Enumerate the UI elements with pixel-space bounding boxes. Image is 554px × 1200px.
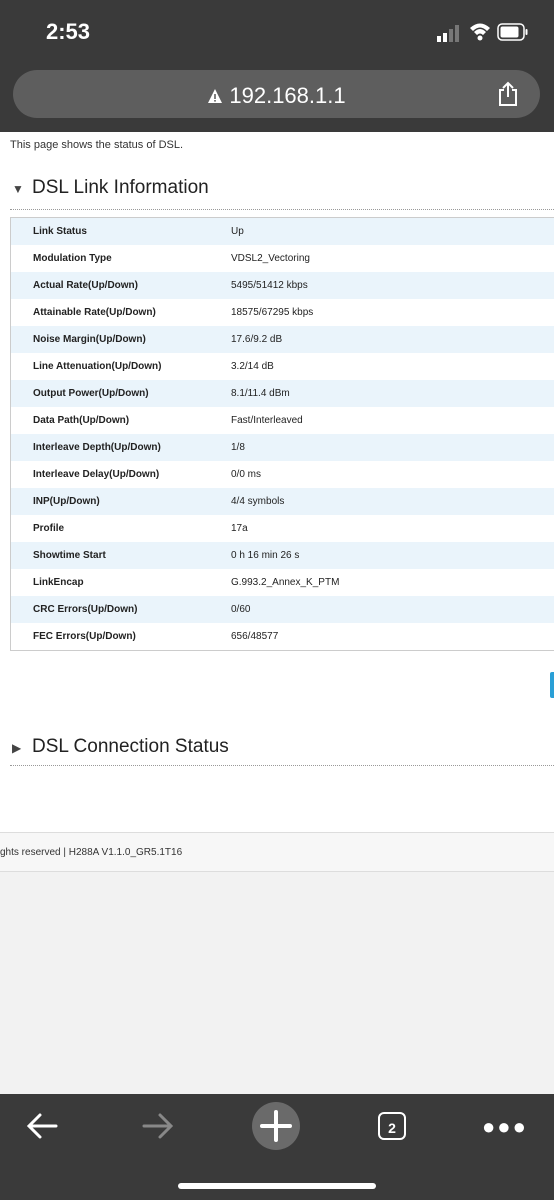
url-display[interactable]: 192.168.1.1	[13, 83, 540, 109]
row-label: CRC Errors(Up/Down)	[33, 604, 138, 615]
battery-icon	[497, 23, 528, 41]
triangle-down-icon: ▼	[12, 182, 24, 196]
status-bar: 2:53	[0, 0, 554, 66]
dsl-link-info-table: Link Status Up Modulation Type VDSL2_Vector…	[10, 217, 554, 651]
row-value: G.993.2_Annex_K_PTM	[231, 577, 340, 588]
table-row: INP(Up/Down) 4/4 symbols	[11, 488, 554, 515]
new-tab-button[interactable]	[252, 1102, 300, 1150]
home-indicator	[178, 1183, 376, 1189]
table-row: Data Path(Up/Down) Fast/Interleaved	[11, 407, 554, 434]
table-row: Attainable Rate(Up/Down) 18575/67295 kbps	[11, 299, 554, 326]
tab-switcher-button[interactable]: 2	[378, 1112, 406, 1140]
row-label: Actual Rate(Up/Down)	[33, 280, 138, 291]
section-title: DSL Connection Status	[32, 736, 229, 757]
footer-text: ghts reserved | H288A V1.1.0_GR5.1T16	[0, 847, 183, 858]
section-header-dsl-link-information[interactable]: ▼ DSL Link Information	[10, 176, 554, 210]
table-row: Actual Rate(Up/Down) 5495/51412 kbps	[11, 272, 554, 299]
row-value: 3.2/14 dB	[231, 361, 274, 372]
row-value: 17a	[231, 523, 248, 534]
row-label: Showtime Start	[33, 550, 106, 561]
row-value: Up	[231, 226, 244, 237]
row-label: Profile	[33, 523, 65, 534]
wifi-icon	[470, 23, 490, 41]
table-row: Output Power(Up/Down) 8.1/11.4 dBm	[11, 380, 554, 407]
page-intro: This page shows the status of DSL.	[10, 139, 184, 151]
row-label: Attainable Rate(Up/Down)	[33, 307, 156, 318]
row-label: Link Status	[33, 226, 87, 237]
share-icon[interactable]	[496, 81, 520, 107]
address-bar[interactable]: 192.168.1.1	[13, 70, 540, 118]
browser-toolbar: 2 ●●●	[0, 1094, 554, 1200]
table-row: FEC Errors(Up/Down) 656/48577	[11, 623, 554, 650]
table-row: Interleave Delay(Up/Down) 0/0 ms	[11, 461, 554, 488]
row-value: VDSL2_Vectoring	[231, 253, 310, 264]
table-row: LinkEncap G.993.2_Annex_K_PTM	[11, 569, 554, 596]
table-row: Profile 17a	[11, 515, 554, 542]
row-value: 1/8	[231, 442, 245, 453]
page-content: This page shows the status of DSL. ▼ DSL…	[0, 132, 554, 832]
more-menu-icon[interactable]: ●●●	[482, 1114, 526, 1150]
row-label: FEC Errors(Up/Down)	[33, 631, 136, 642]
cellular-signal-icon	[437, 25, 459, 42]
row-value: 17.6/9.2 dB	[231, 334, 283, 345]
back-arrow-icon[interactable]	[24, 1108, 60, 1144]
row-label: Interleave Delay(Up/Down)	[33, 469, 160, 480]
row-label: LinkEncap	[33, 577, 84, 588]
table-row: Modulation Type VDSL2_Vectoring	[11, 245, 554, 272]
row-value: 8.1/11.4 dBm	[231, 388, 290, 399]
table-row: Link Status Up	[11, 218, 554, 245]
row-value: 0/60	[231, 604, 251, 615]
triangle-right-icon: ▶	[12, 741, 22, 755]
row-value: 656/48577	[231, 631, 279, 642]
warning-icon	[208, 89, 223, 103]
row-value: Fast/Interleaved	[231, 415, 303, 426]
forward-arrow-icon[interactable]	[140, 1108, 176, 1144]
section-title: DSL Link Information	[32, 177, 209, 198]
row-value: 5495/51412 kbps	[231, 280, 308, 291]
table-row: Noise Margin(Up/Down) 17.6/9.2 dB	[11, 326, 554, 353]
url-text: 192.168.1.1	[229, 83, 346, 108]
row-label: Data Path(Up/Down)	[33, 415, 130, 426]
browser-address-area: 192.168.1.1	[0, 66, 554, 132]
row-label: Interleave Depth(Up/Down)	[33, 442, 161, 453]
status-time: 2:53	[46, 19, 91, 44]
page-footer: ghts reserved | H288A V1.1.0_GR5.1T16	[0, 832, 554, 872]
row-label: Output Power(Up/Down)	[33, 388, 149, 399]
plus-icon	[260, 1110, 292, 1142]
table-row: Interleave Depth(Up/Down) 1/8	[11, 434, 554, 461]
table-row: Line Attenuation(Up/Down) 3.2/14 dB	[11, 353, 554, 380]
row-value: 0/0 ms	[231, 469, 262, 480]
table-row: CRC Errors(Up/Down) 0/60	[11, 596, 554, 623]
row-label: Line Attenuation(Up/Down)	[33, 361, 162, 372]
row-label: Modulation Type	[33, 253, 112, 264]
scroll-tab-indicator[interactable]	[550, 672, 554, 698]
row-value: 4/4 symbols	[231, 496, 285, 507]
row-value: 0 h 16 min 26 s	[231, 550, 300, 561]
row-label: INP(Up/Down)	[33, 496, 100, 507]
row-value: 18575/67295 kbps	[231, 307, 314, 318]
row-label: Noise Margin(Up/Down)	[33, 334, 146, 345]
section-header-dsl-connection-status[interactable]: ▶ DSL Connection Status	[10, 735, 554, 766]
table-row: Showtime Start 0 h 16 min 26 s	[11, 542, 554, 569]
